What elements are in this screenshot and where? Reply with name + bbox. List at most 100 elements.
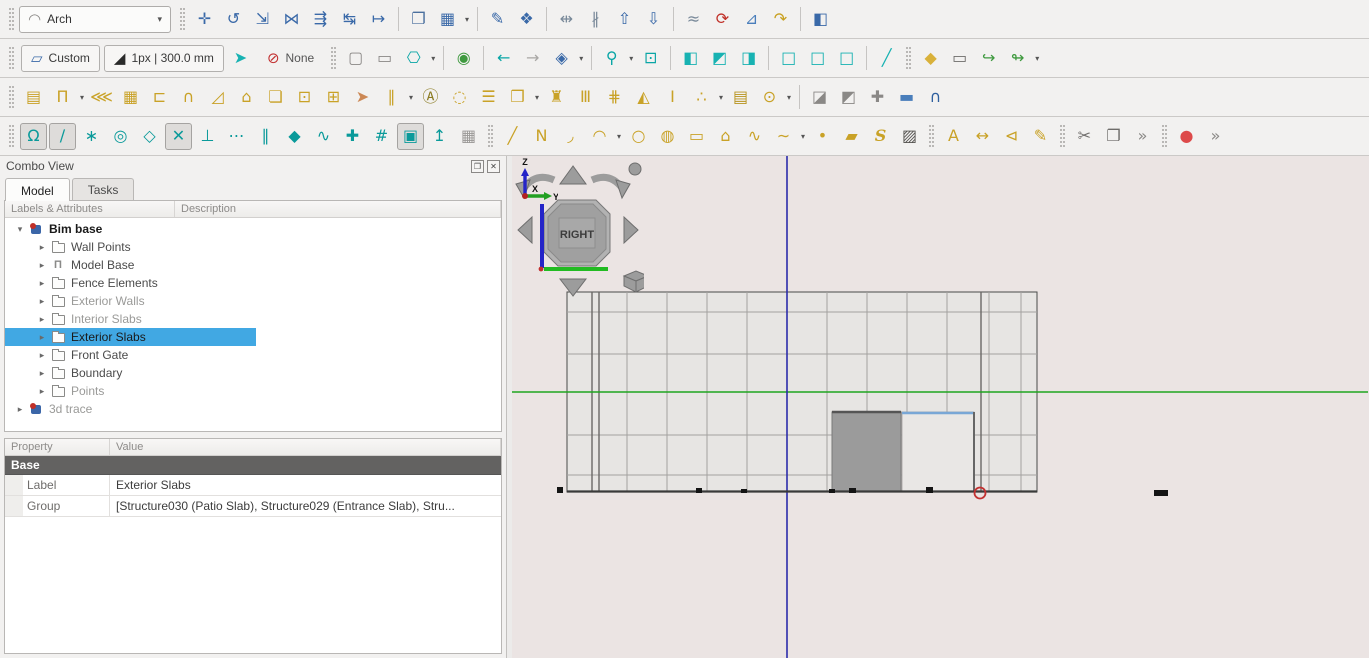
- tree-row[interactable]: ▸ΠModel Base: [5, 256, 501, 274]
- draft-facebinder-icon[interactable]: ▰: [838, 123, 865, 150]
- autogroup-button[interactable]: ⊘ None: [257, 45, 324, 72]
- macro-record-icon[interactable]: ●: [1173, 123, 1200, 150]
- draft-join-icon[interactable]: ⇹: [553, 6, 580, 33]
- arch-pipe-dropdown-icon[interactable]: ▾: [784, 93, 794, 102]
- arch-remove-component-icon[interactable]: ▬: [893, 84, 920, 111]
- zoom-icon[interactable]: ⚲: [598, 45, 625, 72]
- tab-tasks[interactable]: Tasks: [72, 178, 135, 200]
- sync-view-icon[interactable]: ◉: [450, 45, 477, 72]
- snap-working-plane-icon[interactable]: ▣: [397, 123, 424, 150]
- tree-expand-icon[interactable]: ▾: [13, 224, 27, 235]
- draft-ellipse-icon[interactable]: ◍: [654, 123, 681, 150]
- snap-dimensions-icon[interactable]: ↥: [426, 123, 453, 150]
- draft-move-icon[interactable]: ✛: [191, 6, 218, 33]
- arch-fence-icon[interactable]: ⋕: [601, 84, 628, 111]
- view-front-icon[interactable]: ◧: [677, 45, 704, 72]
- draft-rotate-icon[interactable]: ↺: [220, 6, 247, 33]
- draft-line-icon[interactable]: ╱: [499, 123, 526, 150]
- arch-space-icon[interactable]: ◌: [446, 84, 473, 111]
- arch-building-icon[interactable]: ⌂: [233, 84, 260, 111]
- arch-section-mark-icon[interactable]: Ⓐ: [417, 84, 444, 111]
- arch-material-dropdown-icon[interactable]: ▾: [716, 93, 726, 102]
- view-right-icon[interactable]: ◨: [735, 45, 762, 72]
- tree-expand-icon[interactable]: ▸: [35, 386, 49, 397]
- draft-clone-icon[interactable]: ❐: [405, 6, 432, 33]
- tree-expand-icon[interactable]: ▸: [35, 242, 49, 253]
- draft-polyline-icon[interactable]: N: [528, 123, 555, 150]
- arch-survey-icon[interactable]: ∩: [922, 84, 949, 111]
- arch-add-component-icon[interactable]: ✚: [864, 84, 891, 111]
- toolbar-drag-handle[interactable]: [9, 125, 14, 147]
- apply-style-icon[interactable]: ➤: [227, 45, 254, 72]
- arch-curtain-wall-icon[interactable]: ▦: [117, 84, 144, 111]
- selection-filter-dropdown-icon[interactable]: ▾: [428, 54, 438, 63]
- draft-slope-icon[interactable]: ⊿: [738, 6, 765, 33]
- draft-subelement-highlight-icon[interactable]: ❖: [513, 6, 540, 33]
- draft-offset-icon[interactable]: ⇶: [307, 6, 334, 33]
- snap-grid-icon[interactable]: #: [368, 123, 395, 150]
- view-fit-all-icon[interactable]: ⊡: [637, 45, 664, 72]
- tab-model[interactable]: Model: [5, 178, 70, 201]
- tree-expand-icon[interactable]: ▸: [35, 350, 49, 361]
- arch-frame-icon[interactable]: Ⅲ: [572, 84, 599, 111]
- draft-arc-icon[interactable]: ◠: [586, 123, 613, 150]
- draft-wire-to-bspline-icon[interactable]: ≈: [680, 6, 707, 33]
- toolbar-drag-handle[interactable]: [331, 47, 336, 69]
- arch-panel-dropdown-icon[interactable]: ▾: [532, 93, 542, 102]
- view-top-icon[interactable]: ◩: [706, 45, 733, 72]
- draft-split-icon[interactable]: ∦: [582, 6, 609, 33]
- snap-near-icon[interactable]: ∿: [310, 123, 337, 150]
- arch-cut-line-icon[interactable]: ◩: [835, 84, 862, 111]
- draft-mirror-icon[interactable]: ⋈: [278, 6, 305, 33]
- line-style-button[interactable]: ◢ 1px | 300.0 mm: [104, 45, 224, 72]
- arch-panel-icon[interactable]: ❒: [504, 84, 531, 111]
- toolbar-drag-handle[interactable]: [180, 8, 185, 30]
- snap-midpoint-icon[interactable]: ∗: [78, 123, 105, 150]
- box-selection-icon[interactable]: ▢: [342, 45, 369, 72]
- draft-circle-icon[interactable]: ○: [625, 123, 652, 150]
- draft-upgrade-icon[interactable]: ⇧: [611, 6, 638, 33]
- arch-truss-icon[interactable]: ◭: [630, 84, 657, 111]
- annotation-styles-icon[interactable]: ✎: [1027, 123, 1054, 150]
- draft-label-icon[interactable]: ⊲: [998, 123, 1025, 150]
- viewport-3d[interactable]: RIGHT Z X Y: [512, 156, 1369, 658]
- toolbar-overflow-icon[interactable]: »: [1202, 123, 1229, 150]
- view-rear-icon[interactable]: □: [775, 45, 802, 72]
- draft-bspline-icon[interactable]: ∿: [741, 123, 768, 150]
- draft-rectangle-icon[interactable]: ▭: [683, 123, 710, 150]
- draft-stretch-icon[interactable]: ↦: [365, 6, 392, 33]
- working-plane-button[interactable]: ▱ Custom: [21, 45, 100, 72]
- arch-roof-icon[interactable]: ◿: [204, 84, 231, 111]
- draft-shape-2d-view-icon[interactable]: ◧: [807, 6, 834, 33]
- tree-row[interactable]: ▸Front Gate: [5, 346, 501, 364]
- tree-expand-icon[interactable]: ▸: [35, 278, 49, 289]
- property-value[interactable]: [Structure030 (Patio Slab), Structure029…: [110, 496, 501, 516]
- tree-expand-icon[interactable]: ▸: [13, 404, 27, 415]
- draft-bezier-icon[interactable]: ∼: [770, 123, 797, 150]
- box-element-selection-icon[interactable]: ▭: [371, 45, 398, 72]
- toggle-grid-icon[interactable]: ▦: [455, 123, 482, 150]
- draft-array-icon[interactable]: ▦: [434, 6, 461, 33]
- snap-extension-icon[interactable]: ⋯: [223, 123, 250, 150]
- arch-wall-icon[interactable]: ▤: [20, 84, 47, 111]
- tree-expand-icon[interactable]: ▸: [35, 332, 49, 343]
- arch-reference-icon[interactable]: ⊏: [146, 84, 173, 111]
- snap-ortho-icon[interactable]: ✚: [339, 123, 366, 150]
- arch-equipment-icon[interactable]: ♜: [543, 84, 570, 111]
- toolbar-overflow-icon[interactable]: »: [1129, 123, 1156, 150]
- draft-to-sketch-icon[interactable]: ⟳: [709, 6, 736, 33]
- draft-bezier-dropdown-icon[interactable]: ▾: [798, 132, 808, 141]
- tree-row[interactable]: ▸Fence Elements: [5, 274, 501, 292]
- draft-point-icon[interactable]: •: [809, 123, 836, 150]
- draft-dimension-icon[interactable]: ↔: [969, 123, 996, 150]
- snap-angle-icon[interactable]: ◇: [136, 123, 163, 150]
- arch-building-part-icon[interactable]: ∩: [175, 84, 202, 111]
- copy-icon[interactable]: ❐: [1100, 123, 1127, 150]
- tree-expand-icon[interactable]: ▸: [35, 314, 49, 325]
- draft-downgrade-icon[interactable]: ⇩: [640, 6, 667, 33]
- arch-axis-dropdown-icon[interactable]: ▾: [406, 93, 416, 102]
- snap-intersection-icon[interactable]: ✕: [165, 123, 192, 150]
- draft-edit-icon[interactable]: ✎: [484, 6, 511, 33]
- arch-tag-icon[interactable]: ➤: [349, 84, 376, 111]
- tree-expand-icon[interactable]: ▸: [35, 296, 49, 307]
